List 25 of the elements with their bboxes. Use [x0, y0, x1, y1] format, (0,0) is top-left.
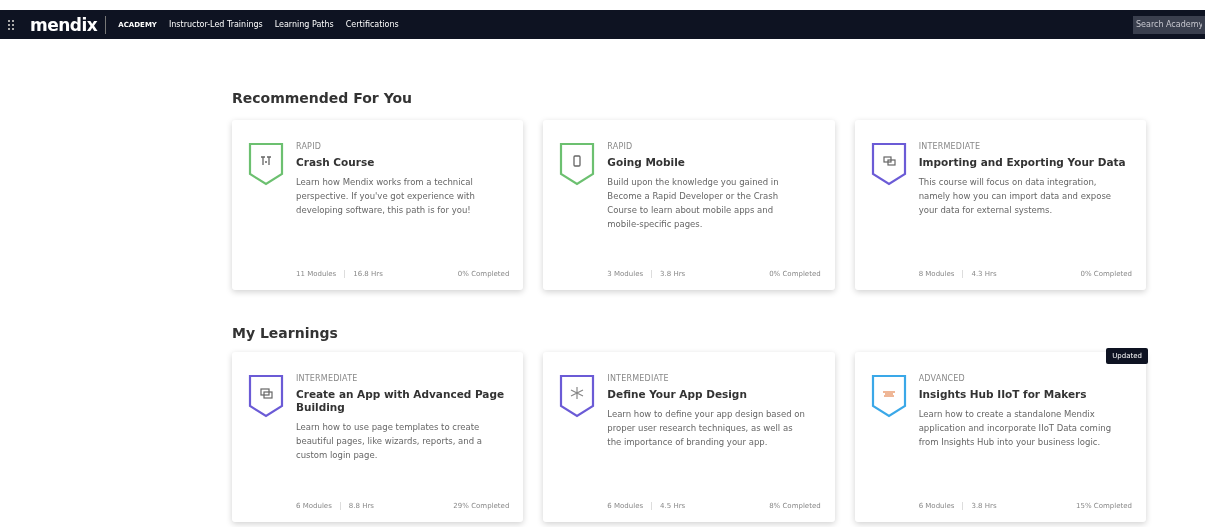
brand-logo[interactable]: mendix — [30, 15, 107, 34]
level-label: RAPID — [296, 142, 323, 151]
section-heading: Recommended For You — [232, 90, 414, 106]
course-description: Learn how to define your app design based on proper user research techniques, as well as the importance of branding your app. — [607, 408, 806, 449]
course-description: Learn how Mendix works from a technical perspective. If you've got experience with developing software, this path is for you! — [296, 176, 476, 217]
course-description: Learn how to use page templates to create beautiful pages, like wizards, reports, and a custom login page. — [296, 421, 483, 462]
course-description: Learn how to create a standalone Mendix application and incorporate IIoT Data coming from Insights Hub into your business logic. — [918, 408, 1113, 449]
nav-link[interactable]: Instructor-Led Trainings — [168, 20, 263, 29]
course-title[interactable]: Crash Course — [296, 156, 510, 169]
course-title[interactable]: Create an App with Advanced Page Building — [296, 388, 510, 414]
level-label: ADVANCED — [918, 374, 966, 383]
course-description: Build upon the knowledge you gained in Become a Rapid Developer or the Crash Course to learn about mobile apps and mobile-specific pages. — [607, 176, 780, 231]
course-title[interactable]: Insights Hub IIoT for Makers — [918, 388, 1132, 401]
course-title[interactable]: Importing and Exporting Your Data — [918, 156, 1132, 169]
level-label: INTERMEDIATE — [296, 374, 359, 383]
search-field[interactable]: Search Academy — [1133, 15, 1205, 34]
course-description: This course will focus on data integration, namely how you can import data and expose your data for external systems. — [918, 176, 1113, 217]
nav-link[interactable]: Learning Paths — [274, 20, 334, 29]
section-heading: My Learnings — [232, 325, 339, 341]
nav-link[interactable]: Certifications — [345, 20, 399, 29]
level-label: RAPID — [607, 142, 634, 151]
level-label: INTERMEDIATE — [918, 142, 982, 151]
course-title[interactable]: Define Your App Design — [607, 388, 821, 401]
level-label: INTERMEDIATE — [607, 374, 670, 383]
course-title[interactable]: Going Mobile — [607, 156, 821, 169]
